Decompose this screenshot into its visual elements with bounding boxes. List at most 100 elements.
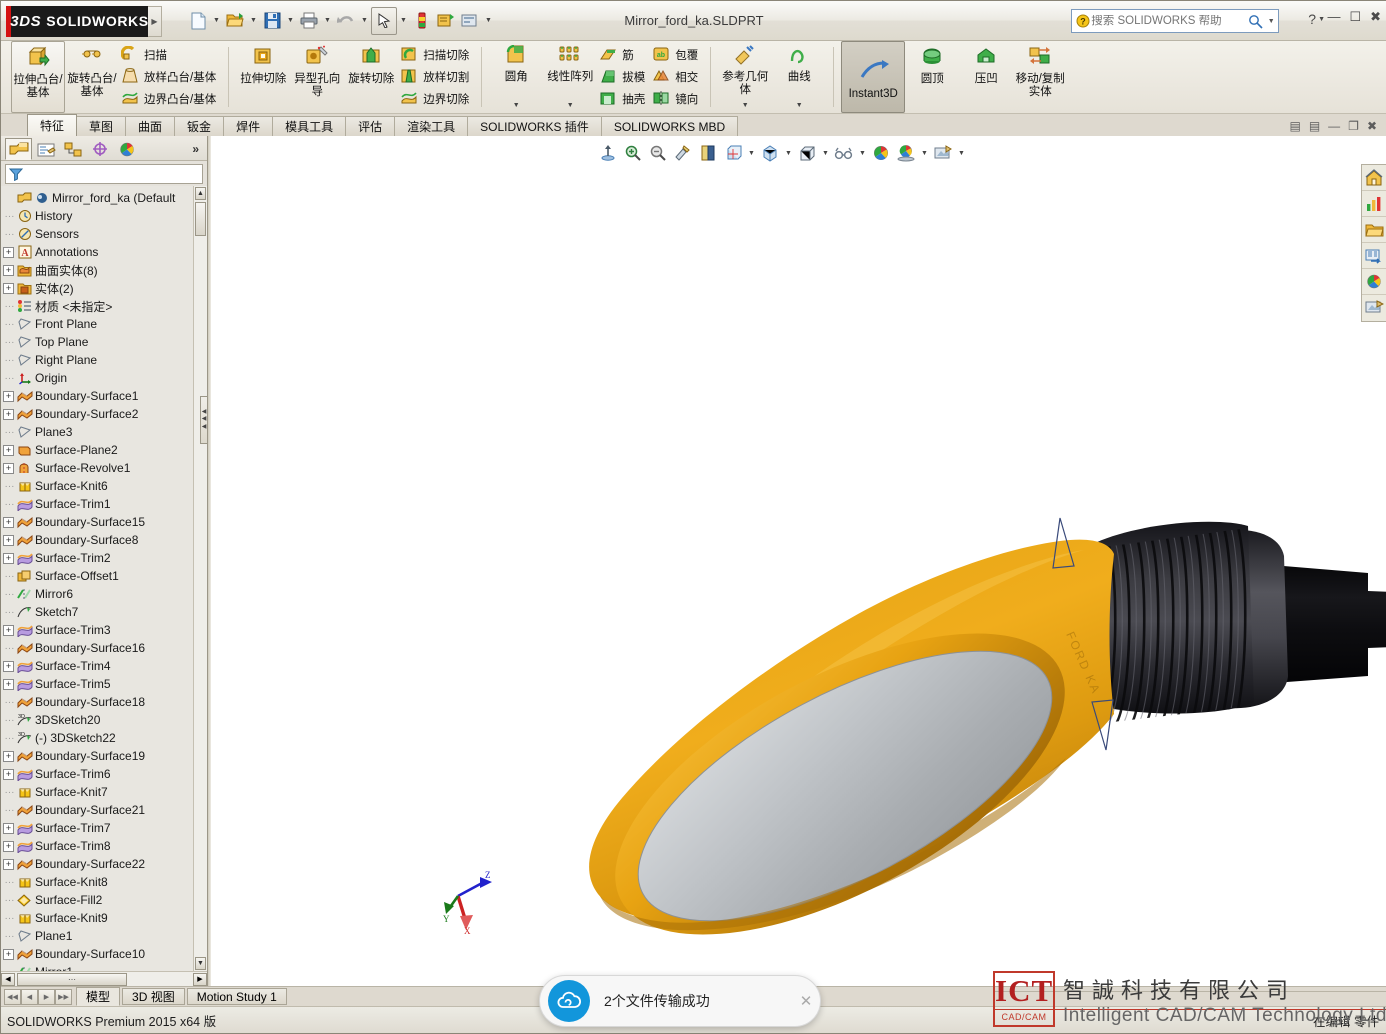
feature-tree-root-node[interactable]: Mirror_ford_ka (Default bbox=[1, 189, 207, 207]
restore-button[interactable]: ☐ bbox=[1349, 10, 1361, 23]
feature-tree-node[interactable]: ··· Sensors bbox=[1, 225, 207, 243]
reference-geometry-button[interactable]: 参考几何体 ▼ bbox=[718, 41, 772, 113]
open-document-dropdown[interactable]: ▼ bbox=[247, 8, 260, 34]
intersect-button[interactable]: 相交 bbox=[650, 67, 703, 88]
feature-tree-node[interactable]: ··· 3D (-) 3DSketch22 bbox=[1, 729, 207, 747]
extrude-cut-button[interactable]: 拉伸切除 bbox=[236, 41, 290, 113]
draft-button[interactable]: 拔模 bbox=[597, 67, 650, 88]
feature-tree-node[interactable]: + Boundary-Surface8 bbox=[1, 531, 207, 549]
feature-tree-node[interactable]: ··· Boundary-Surface16 bbox=[1, 639, 207, 657]
tab-evaluate[interactable]: 评估 bbox=[345, 116, 396, 136]
feature-tree-vertical-scrollbar[interactable]: ▲ ▼ bbox=[193, 186, 207, 971]
sidebar-item-feature-manager[interactable] bbox=[5, 138, 32, 160]
minimize-button[interactable]: — bbox=[1327, 10, 1340, 23]
doc-restore-button[interactable]: ❐ bbox=[1348, 119, 1359, 133]
feature-tree-node[interactable]: + Surface-Plane2 bbox=[1, 441, 207, 459]
panel-splitter-handle[interactable]: ◀ ◀ ◀ bbox=[200, 396, 208, 444]
save-document-button[interactable] bbox=[260, 8, 284, 34]
bottom-tab-model[interactable]: 模型 bbox=[76, 987, 121, 1006]
sweep-cut-button[interactable]: 扫描切除 bbox=[398, 45, 474, 66]
save-document-dropdown[interactable]: ▼ bbox=[284, 8, 297, 34]
tree-expand-button[interactable]: + bbox=[3, 264, 14, 276]
feature-tree-node[interactable]: ··· History bbox=[1, 207, 207, 225]
feature-tree-node[interactable]: + Boundary-Surface2 bbox=[1, 405, 207, 423]
options-button[interactable] bbox=[458, 8, 482, 34]
feature-tree-node[interactable]: ··· Surface-Fill2 bbox=[1, 891, 207, 909]
feature-tree-node[interactable]: + Surface-Trim6 bbox=[1, 765, 207, 783]
feature-tree-filter[interactable] bbox=[5, 164, 203, 184]
feature-manager-more-button[interactable]: » bbox=[192, 142, 199, 156]
feature-tree-node[interactable]: + Surface-Trim5 bbox=[1, 675, 207, 693]
tree-expand-button[interactable]: + bbox=[3, 624, 14, 636]
print-document-dropdown[interactable]: ▼ bbox=[321, 8, 334, 34]
task-pane-design-library-button[interactable] bbox=[1362, 217, 1386, 243]
fillet-dropdown-caret[interactable]: ▼ bbox=[513, 102, 520, 113]
feature-tree-node[interactable]: ··· Surface-Trim1 bbox=[1, 495, 207, 513]
tab-sheetmetal[interactable]: 钣金 bbox=[174, 116, 225, 136]
tree-expand-button[interactable]: + bbox=[3, 282, 14, 294]
feature-tree-node[interactable]: + Surface-Trim7 bbox=[1, 819, 207, 837]
feature-tree[interactable]: Mirror_ford_ka (Default ··· History ··· Sens… bbox=[1, 186, 207, 971]
feature-tree-node[interactable]: + 曲面实体(8) bbox=[1, 261, 207, 279]
feature-tree-node[interactable]: ··· Sketch7 bbox=[1, 603, 207, 621]
options-dropdown[interactable]: ▼ bbox=[482, 8, 495, 34]
feature-tree-node[interactable]: ··· Plane1 bbox=[1, 927, 207, 945]
feature-tree-horizontal-scrollbar[interactable]: ◀ ⋯ ▶ bbox=[1, 971, 207, 986]
tree-expand-button[interactable]: + bbox=[3, 246, 14, 258]
new-document-button[interactable] bbox=[186, 8, 210, 34]
search-input[interactable] bbox=[1091, 15, 1246, 27]
open-document-button[interactable] bbox=[223, 8, 247, 34]
feature-tree-node[interactable]: + Boundary-Surface10 bbox=[1, 945, 207, 963]
tab-next-button[interactable]: ▶ bbox=[38, 988, 55, 1005]
sweep-button[interactable]: 扫描 bbox=[119, 45, 221, 66]
feature-tree-node[interactable]: ··· Surface-Knit9 bbox=[1, 909, 207, 927]
tree-hscroll-thumb[interactable]: ⋯ bbox=[17, 972, 127, 986]
select-tool-button[interactable] bbox=[371, 6, 397, 35]
doc-pin-left-icon[interactable]: ▤ bbox=[1289, 119, 1300, 133]
measure-button[interactable] bbox=[410, 8, 434, 34]
bottom-tab-motion-study[interactable]: Motion Study 1 bbox=[186, 988, 287, 1005]
tab-sketch[interactable]: 草图 bbox=[76, 116, 127, 136]
close-button[interactable]: ✖ bbox=[1370, 10, 1381, 23]
feature-tree-node[interactable]: ··· Boundary-Surface21 bbox=[1, 801, 207, 819]
revolve-cut-button[interactable]: 旋转切除 bbox=[344, 41, 398, 113]
tab-mold-tools[interactable]: 模具工具 bbox=[272, 116, 347, 136]
print-document-button[interactable] bbox=[297, 8, 321, 34]
feature-tree-node[interactable]: + Surface-Trim3 bbox=[1, 621, 207, 639]
feature-tree-node[interactable]: + 实体(2) bbox=[1, 279, 207, 297]
tab-weldments[interactable]: 焊件 bbox=[223, 116, 274, 136]
feature-tree-node[interactable]: + Surface-Trim4 bbox=[1, 657, 207, 675]
tree-expand-button[interactable]: + bbox=[3, 840, 14, 852]
tab-surfaces[interactable]: 曲面 bbox=[125, 116, 176, 136]
shell-button[interactable]: 抽壳 bbox=[597, 89, 650, 110]
task-pane-scenes-button[interactable] bbox=[1362, 295, 1386, 321]
feature-tree-node[interactable]: + Surface-Revolve1 bbox=[1, 459, 207, 477]
boundary-boss-button[interactable]: 边界凸台/基体 bbox=[119, 89, 221, 110]
tree-expand-button[interactable]: + bbox=[3, 822, 14, 834]
task-pane-resources-button[interactable] bbox=[1362, 191, 1386, 217]
boundary-cut-button[interactable]: 边界切除 bbox=[398, 89, 474, 110]
linear-pattern-button[interactable]: 线性阵列 ▼ bbox=[543, 41, 597, 113]
revolve-boss-base-button[interactable]: 旋转凸台/基体 bbox=[65, 41, 119, 113]
feature-tree-node[interactable]: + Boundary-Surface1 bbox=[1, 387, 207, 405]
tree-expand-button[interactable]: + bbox=[3, 858, 14, 870]
toast-close-button[interactable]: ✕ bbox=[792, 992, 820, 1010]
sidebar-item-display-manager[interactable] bbox=[113, 138, 140, 160]
file-transfer-toast[interactable]: 2个文件传输成功 ✕ bbox=[539, 975, 821, 1027]
doc-pin-right-icon[interactable]: ▤ bbox=[1309, 119, 1320, 133]
indent-button[interactable]: 压凹 bbox=[959, 41, 1013, 113]
tree-expand-button[interactable]: + bbox=[3, 768, 14, 780]
doc-close-button[interactable]: ✖ bbox=[1367, 119, 1377, 133]
wrap-button[interactable]: ab 包覆 bbox=[650, 45, 703, 66]
linear-pattern-dropdown-caret[interactable]: ▼ bbox=[567, 102, 574, 113]
loft-boss-button[interactable]: 放样凸台/基体 bbox=[119, 67, 221, 88]
feature-tree-node[interactable]: ··· Top Plane bbox=[1, 333, 207, 351]
tree-expand-button[interactable]: + bbox=[3, 408, 14, 420]
tab-render-tools[interactable]: 渲染工具 bbox=[394, 116, 469, 136]
rebuild-button[interactable] bbox=[434, 8, 458, 34]
reference-geometry-dropdown-caret[interactable]: ▼ bbox=[742, 102, 749, 113]
instant3d-button[interactable]: Instant3D bbox=[841, 41, 906, 113]
model-render[interactable]: FORD KA bbox=[208, 136, 1386, 986]
tree-expand-button[interactable]: + bbox=[3, 534, 14, 546]
feature-tree-node[interactable]: ··· Mirror1 bbox=[1, 963, 207, 971]
